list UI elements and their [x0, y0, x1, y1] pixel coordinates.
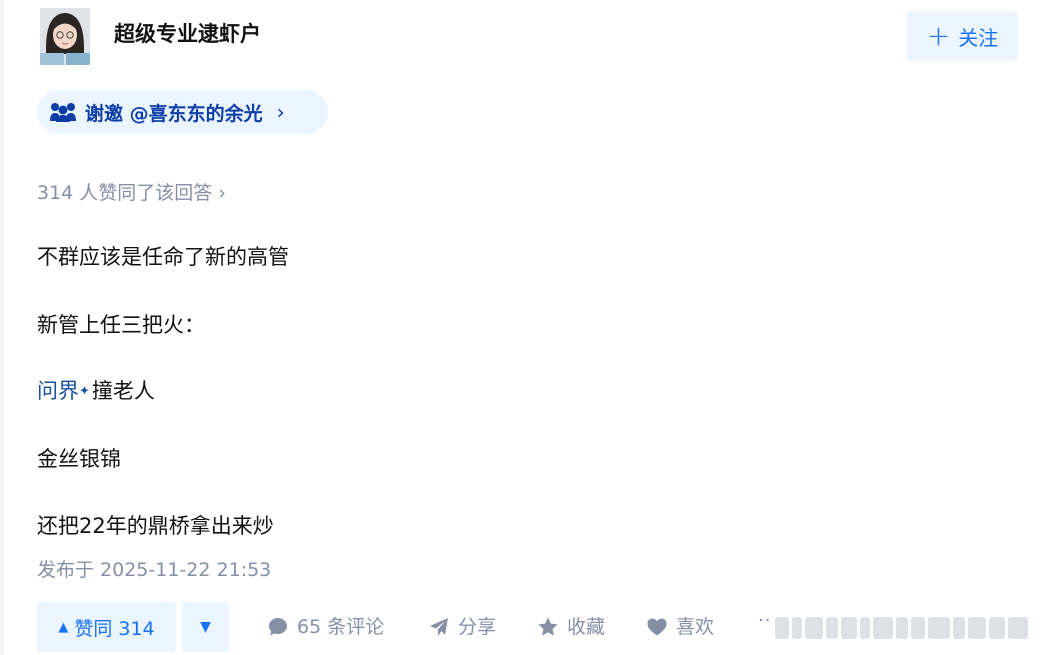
- like-label: 喜欢: [676, 616, 715, 638]
- author-name[interactable]: 超级专业逮虾户: [114, 19, 261, 49]
- group-icon: [49, 101, 77, 123]
- answer-paragraph: 新管上任三把火：: [37, 313, 205, 337]
- collect-button[interactable]: 收藏: [537, 613, 605, 641]
- vote-up-label: 赞同 314: [74, 617, 155, 640]
- answer-paragraph: 问界✦撞老人: [37, 376, 155, 406]
- answer-paragraph: 金丝银锦: [37, 447, 121, 471]
- heart-icon: [647, 618, 667, 636]
- answer-paragraph: 不群应该是任命了新的高管: [37, 245, 289, 269]
- comment-label: 65 条评论: [297, 616, 385, 638]
- blurred-watermark: [775, 613, 1037, 643]
- answer-paragraph-text: 撞老人: [91, 379, 155, 403]
- vote-up-button[interactable]: ▲ 赞同 314: [37, 602, 176, 652]
- triangle-down-icon: ▼: [200, 619, 211, 635]
- triangle-up-icon: ▲: [58, 619, 69, 635]
- comment-button[interactable]: 65 条评论: [267, 613, 384, 641]
- share-button[interactable]: 分享: [428, 613, 496, 641]
- sparkle-icon: ✦: [79, 384, 90, 399]
- like-button[interactable]: 喜欢: [646, 613, 714, 641]
- vote-down-button[interactable]: ▼: [182, 602, 229, 652]
- plus-icon: +: [926, 19, 951, 52]
- invite-label: 谢邀 @喜东东的余光: [85, 102, 263, 125]
- upvote-summary[interactable]: 314 人赞同了该回答 ›: [37, 178, 226, 208]
- share-label: 分享: [458, 616, 497, 638]
- share-icon: [430, 618, 448, 636]
- avatar[interactable]: [40, 8, 90, 65]
- chevron-right-icon: ›: [276, 100, 285, 124]
- collect-label: 收藏: [567, 616, 606, 638]
- comment-icon: [269, 618, 287, 636]
- left-edge: [0, 0, 4, 655]
- invite-badge[interactable]: 谢邀 @喜东东的余光 ›: [37, 90, 328, 134]
- more-icon[interactable]: ··: [758, 610, 771, 631]
- follow-button[interactable]: + 关注: [907, 11, 1018, 61]
- answer-paragraph: 还把22年的鼎桥拿出来炒: [37, 514, 274, 538]
- publish-time[interactable]: 发布于 2025-11-22 21:53: [37, 556, 271, 584]
- follow-label: 关注: [958, 25, 999, 50]
- keyword-link[interactable]: 问界: [37, 379, 79, 403]
- star-icon: [538, 617, 558, 636]
